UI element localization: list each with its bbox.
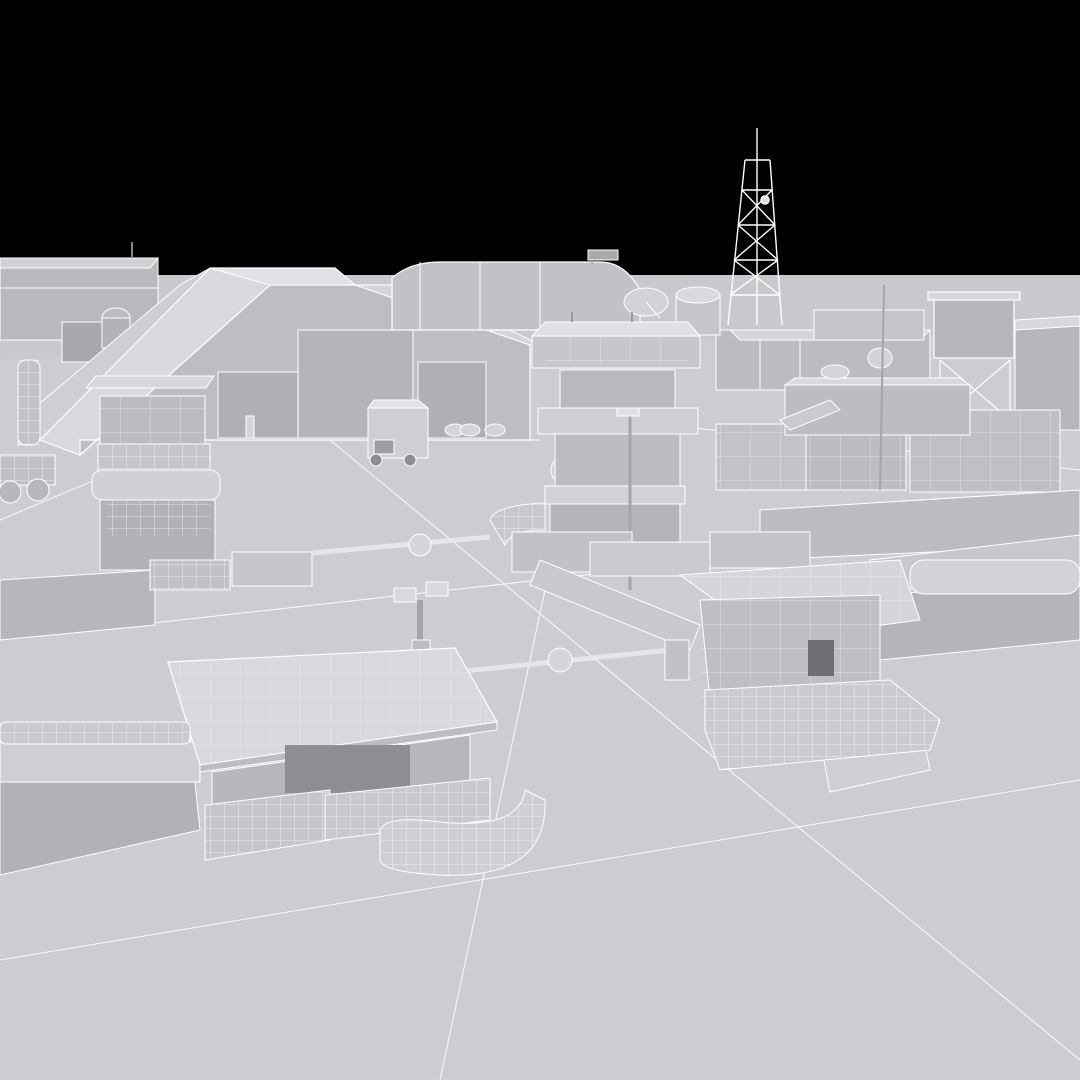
render-viewport	[0, 0, 1080, 1080]
sandbag-wall	[17, 359, 41, 446]
military-truck	[367, 399, 430, 467]
hangar-bunker	[391, 249, 641, 331]
control-tower	[530, 312, 702, 561]
military-base-render	[0, 0, 1080, 1080]
sandbag-wall	[0, 721, 191, 745]
